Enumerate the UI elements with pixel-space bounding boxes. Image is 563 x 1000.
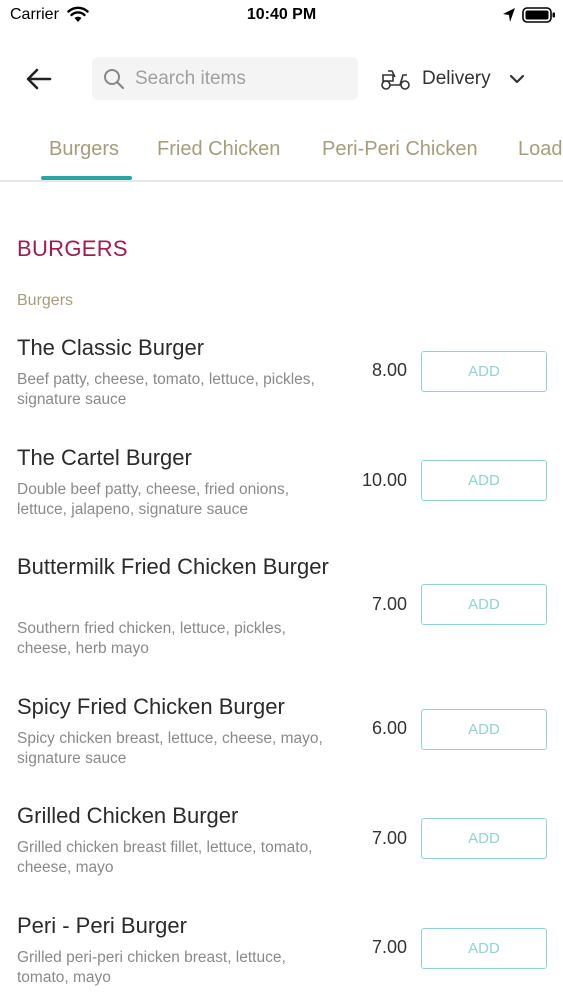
item-price: 10.00	[361, 470, 407, 490]
item-name: Grilled Chicken Burger	[17, 803, 239, 828]
item-price: 6.00	[371, 718, 407, 738]
active-tab-indicator	[41, 176, 132, 180]
item-name: The Cartel Burger	[17, 445, 192, 470]
item-description: Spicy chicken breast, lettuce, cheese, m…	[17, 730, 323, 767]
status-time: 10:40 PM	[246, 6, 317, 23]
subsection-title: Burgers	[17, 292, 74, 309]
delivery-label: Delivery	[422, 68, 491, 89]
add-button[interactable]: ADD	[421, 351, 547, 392]
item-description: Beef patty, cheese, tomato, lettuce, pic…	[17, 371, 315, 408]
battery-icon	[522, 6, 556, 29]
add-button[interactable]: ADD	[421, 928, 547, 969]
add-button[interactable]: ADD	[421, 709, 547, 750]
tab-fried-chicken[interactable]: Fried Chicken	[157, 138, 280, 161]
add-button[interactable]: ADD	[421, 584, 547, 625]
tab-loaded[interactable]: Load	[518, 138, 563, 161]
status-bar: Carrier 10:40 PM	[0, 0, 563, 30]
section-title: BURGERS	[17, 236, 128, 261]
search-input[interactable]	[135, 67, 345, 90]
arrow-left-icon	[26, 68, 52, 90]
item-description: Grilled chicken breast fillet, lettuce, …	[17, 839, 313, 876]
header: Delivery	[0, 56, 563, 102]
item-description: Double beef patty, cheese, fried onions,…	[17, 481, 289, 518]
item-price: 8.00	[371, 360, 407, 380]
delivery-selector[interactable]: Delivery	[380, 64, 525, 94]
item-name: Buttermilk Fried Chicken Burger	[17, 554, 329, 579]
item-name: Spicy Fried Chicken Burger	[17, 694, 285, 719]
add-button[interactable]: ADD	[421, 818, 547, 859]
chevron-down-icon	[509, 74, 524, 84]
add-button[interactable]: ADD	[421, 460, 547, 501]
category-tabs: Burgers Fried Chicken Peri-Peri Chicken …	[0, 130, 563, 182]
item-price: 7.00	[371, 594, 407, 614]
search-icon	[104, 68, 125, 89]
item-price: 7.00	[371, 828, 407, 848]
location-arrow-icon	[502, 7, 516, 28]
tab-burgers[interactable]: Burgers	[49, 138, 119, 161]
item-price: 7.00	[371, 937, 407, 957]
item-description: Grilled peri-peri chicken breast, lettuc…	[17, 949, 286, 986]
search-box[interactable]	[92, 57, 358, 100]
tab-peri-peri-chicken[interactable]: Peri-Peri Chicken	[322, 138, 478, 161]
scooter-icon	[381, 70, 410, 90]
item-name: The Classic Burger	[17, 335, 205, 360]
back-button[interactable]	[22, 62, 56, 96]
item-name: Peri - Peri Burger	[17, 913, 187, 938]
item-description: Southern fried chicken, lettuce, pickles…	[17, 620, 286, 657]
